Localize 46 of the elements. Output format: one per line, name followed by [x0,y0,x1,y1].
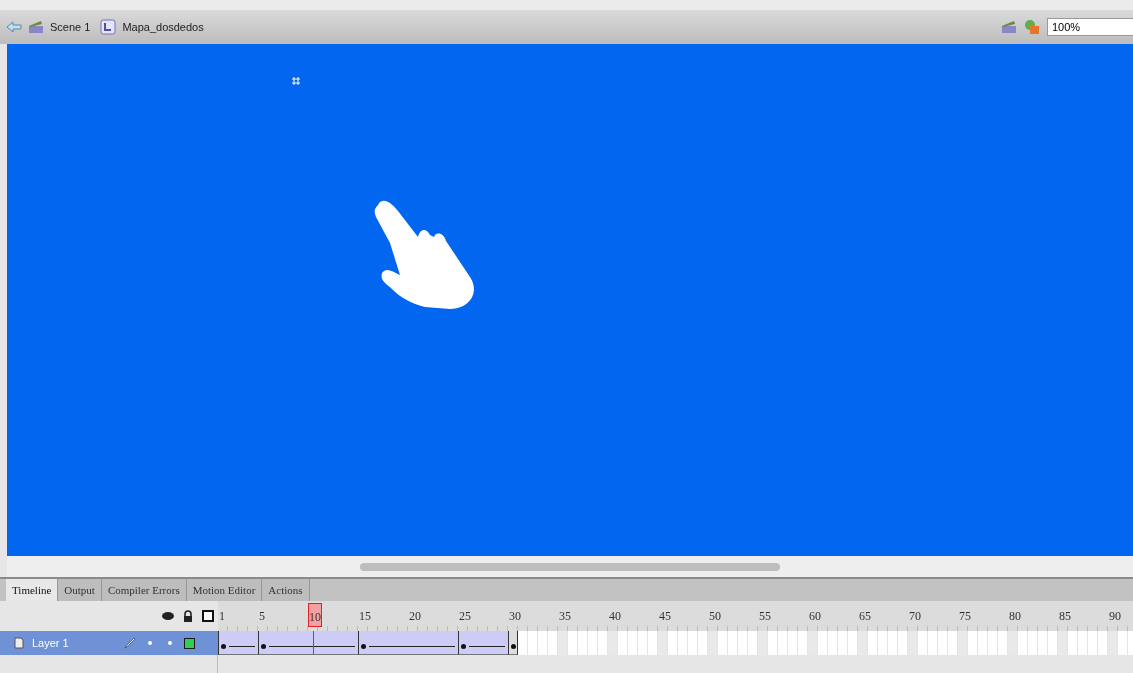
breadcrumb-link[interactable]: Scene 1 [50,21,91,33]
panel-tab[interactable]: Timeline [6,579,59,601]
motion-tween-span[interactable] [258,631,358,655]
outline-square-icon[interactable] [202,610,214,622]
frame-number: 85 [1059,609,1071,624]
frame-number: 55 [759,609,771,624]
page-icon [14,637,24,649]
frame-number: 1 [219,609,225,624]
motion-tween-span[interactable] [218,631,258,655]
clapperboard-icon[interactable] [1001,20,1017,34]
clapperboard-icon [28,20,44,34]
frame-number: 45 [659,609,671,624]
lock-dot[interactable] [168,641,172,645]
outline-color-swatch[interactable] [184,637,195,649]
playhead[interactable]: 10 [308,603,322,627]
pencil-icon [124,637,136,649]
lock-icon[interactable] [183,610,193,622]
panel-tab[interactable]: Motion Editor [186,579,263,601]
scrollbar-thumb[interactable] [360,562,780,571]
panel-tab[interactable]: Output [58,579,102,601]
end-keyframe[interactable] [508,631,518,655]
frame-number: 40 [609,609,621,624]
frame-number: 70 [909,609,921,624]
frame-number: 25 [459,609,471,624]
frame-number: 80 [1009,609,1021,624]
frame-number: 60 [809,609,821,624]
frame-number: 20 [409,609,421,624]
visibility-dot[interactable] [148,641,152,645]
frame-number: 30 [509,609,521,624]
frame-number: 15 [359,609,371,624]
symbol-icon [100,19,117,35]
frame-number: 35 [559,609,571,624]
zoom-field[interactable]: 100% [1047,18,1133,36]
frame-number: 5 [259,609,265,624]
frame-number: 65 [859,609,871,624]
eye-icon[interactable] [162,611,174,621]
panel-tab[interactable]: Actions [262,579,310,601]
frame-number: 90 [1109,609,1121,624]
frame-number: 75 [959,609,971,624]
breadcrumb-link[interactable]: Mapa_dosdedos [122,21,204,33]
frame-ruler[interactable]: 1 5 10 15 20 25 30 35 40 45 50 55 60 65 70 75 80 85 90 [218,601,1133,631]
panel-tab[interactable]: Compiler Errors [101,579,187,601]
motion-tween-span[interactable] [458,631,508,655]
frame-number: 50 [709,609,721,624]
registration-mark-icon [292,77,300,85]
motion-tween-span[interactable] [358,631,458,655]
